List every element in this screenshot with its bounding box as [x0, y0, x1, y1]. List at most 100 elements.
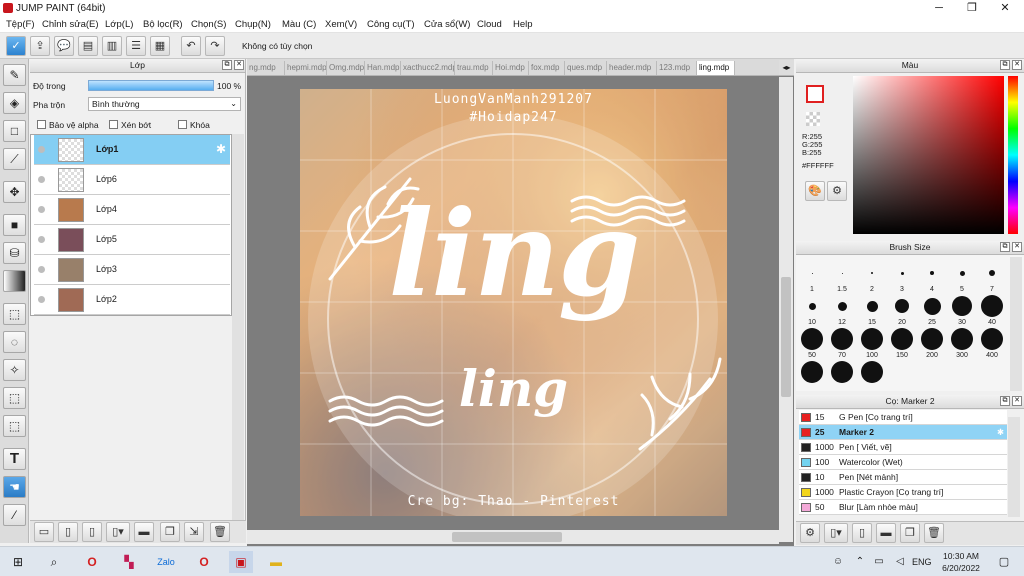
windows-start-icon[interactable]: ⊞ [6, 551, 30, 573]
search-icon[interactable]: ⌕ [42, 551, 66, 573]
brush-size-option[interactable]: 1 [797, 261, 827, 293]
lasso-tool-icon[interactable]: ◌ [3, 331, 26, 353]
close-button[interactable]: ✕ [988, 0, 1022, 17]
panel-close-icon[interactable]: ✕ [1012, 60, 1022, 70]
brush-size-option[interactable] [827, 360, 857, 392]
palette-settings-icon[interactable]: ⚙ [827, 181, 847, 201]
brush-item[interactable]: 100 Watercolor (Wet) [799, 455, 1007, 470]
layer-row[interactable]: Lớp1 ✱ [34, 135, 230, 165]
visibility-eye-icon[interactable] [38, 176, 45, 183]
bucket-tool-icon[interactable]: ⛁ [3, 242, 26, 264]
delete-layer-icon[interactable]: 🗑 [210, 522, 230, 542]
horizontal-scroll-thumb[interactable] [452, 532, 562, 542]
brush-size-option[interactable]: 10 [797, 294, 827, 326]
eyedropper-tool-icon[interactable]: ⁄ [3, 504, 26, 526]
export-icon[interactable]: ⇪ [30, 36, 50, 56]
brush-size-option[interactable]: 400 [977, 327, 1007, 359]
brush-delete-icon[interactable]: 🗑 [924, 523, 944, 543]
clock-time[interactable]: 10:30 AM [938, 551, 984, 561]
visibility-eye-icon[interactable] [38, 236, 45, 243]
layer-row[interactable]: Lớp6 [34, 165, 230, 195]
volume-icon[interactable]: ◁ [888, 551, 912, 573]
palette-icon[interactable]: 🎨 [805, 181, 825, 201]
document-tab[interactable]: Han.mdp [365, 61, 401, 75]
brush-item[interactable]: 25 Marker 2 ✱ [799, 425, 1007, 440]
canvas-vertical-scrollbar[interactable] [779, 77, 793, 542]
file-explorer-icon[interactable]: ▬ [264, 551, 288, 573]
language-indicator[interactable]: ENG [912, 557, 932, 567]
minimize-button[interactable]: ─ [922, 0, 956, 17]
merge-layer-icon[interactable]: ⇲ [184, 522, 204, 542]
menu-help[interactable]: Help [513, 19, 533, 30]
brush-item[interactable]: 1000 Plastic Crayon [Cọ trang trí] [799, 485, 1007, 500]
visibility-eye-icon[interactable] [38, 296, 45, 303]
brush-copy-icon[interactable]: ▯ [852, 523, 872, 543]
layer-row[interactable]: Lớp2 [34, 285, 230, 315]
hue-slider[interactable] [1008, 76, 1018, 234]
line-tool-icon[interactable]: ⟋ [3, 148, 26, 170]
menu-capture[interactable]: Chụp(N) [235, 19, 271, 30]
document-icon[interactable]: ▥ [102, 36, 122, 56]
opera-gx-icon[interactable]: O [192, 551, 216, 573]
menu-tools[interactable]: Công cụ(T) [367, 19, 415, 30]
document-tab[interactable]: 123.mdp [657, 61, 697, 75]
brush-size-option[interactable]: 200 [917, 327, 947, 359]
document-tab[interactable]: hepmi.mdp [285, 61, 327, 75]
select-eraser-tool-icon[interactable]: ⬚ [3, 415, 26, 437]
brush-size-option[interactable]: 4 [917, 261, 947, 293]
menu-file[interactable]: Tệp(F) [6, 19, 35, 30]
comment-icon[interactable]: ▤ [78, 36, 98, 56]
brush-scrollbar[interactable] [1010, 257, 1022, 391]
menu-layer[interactable]: Lớp(L) [105, 19, 133, 30]
clock-date[interactable]: 6/20/2022 [938, 563, 984, 573]
brush-size-option[interactable]: 1.5 [827, 261, 857, 293]
list-icon[interactable]: ☰ [126, 36, 146, 56]
canvas-horizontal-scrollbar[interactable] [247, 530, 779, 544]
notification-icon[interactable]: ▢ [992, 551, 1016, 573]
document-tab[interactable]: header.mdp [607, 61, 657, 75]
menu-color[interactable]: Màu (C) [282, 19, 316, 30]
deselect-icon[interactable]: ✓ [6, 36, 26, 56]
brush-size-option[interactable] [857, 360, 887, 392]
brush-size-option[interactable]: 20 [887, 294, 917, 326]
menu-select[interactable]: Chọn(S) [191, 19, 226, 30]
magic-wand-tool-icon[interactable]: ✧ [3, 359, 26, 381]
add-brush-menu-icon[interactable]: ▯▾ [824, 523, 848, 543]
brush-size-option[interactable]: 150 [887, 327, 917, 359]
brush-size-option[interactable]: 100 [857, 327, 887, 359]
new-layer-copy-icon[interactable]: ▯ [58, 522, 78, 542]
hand-tool-icon[interactable]: ☚ [3, 476, 26, 498]
opera-icon[interactable]: O [80, 551, 104, 573]
layer-row[interactable]: Lớp3 [34, 255, 230, 285]
panel-float-icon[interactable]: ⧉ [222, 60, 232, 70]
brush-size-option[interactable]: 30 [947, 294, 977, 326]
visibility-eye-icon[interactable] [38, 146, 45, 153]
brush-size-option[interactable]: 12 [827, 294, 857, 326]
panel-float-icon[interactable]: ⧉ [1000, 396, 1010, 406]
people-icon[interactable]: ☺ [826, 551, 850, 573]
brush-settings-icon[interactable]: ⚙ [800, 523, 820, 543]
primary-color-swatch[interactable] [806, 85, 824, 103]
menu-edit[interactable]: Chỉnh sửa(E) [42, 19, 99, 30]
tab-scroll-icon[interactable]: ◂▸ [779, 60, 794, 75]
brush-size-option[interactable]: 15 [857, 294, 887, 326]
move-tool-icon[interactable]: ✥ [3, 181, 26, 203]
text-tool-icon[interactable]: T [3, 448, 26, 470]
zalo-icon[interactable]: Zalo [154, 551, 178, 573]
transparent-color-swatch[interactable] [806, 112, 820, 126]
document-tab[interactable]: xacthucc2.mdp [401, 61, 455, 75]
document-tab[interactable]: trau.mdp [455, 61, 493, 75]
maximize-button[interactable]: ❐ [955, 0, 989, 17]
brush-size-option[interactable] [797, 360, 827, 392]
document-tab[interactable]: Omg.mdp [327, 61, 365, 75]
brush-settings-gear-icon[interactable]: ✱ [997, 425, 1004, 439]
panel-close-icon[interactable]: ✕ [1012, 242, 1022, 252]
brush-size-option[interactable]: 3 [887, 261, 917, 293]
duplicate-layer-icon[interactable]: ❐ [160, 522, 180, 542]
panel-close-icon[interactable]: ✕ [1012, 396, 1022, 406]
brush-size-option[interactable]: 70 [827, 327, 857, 359]
document-tab[interactable]: ng.mdp [247, 61, 285, 75]
opacity-slider[interactable] [88, 80, 214, 91]
brush-folder-icon[interactable]: ▬ [876, 523, 896, 543]
brush-size-option[interactable]: 5 [947, 261, 977, 293]
